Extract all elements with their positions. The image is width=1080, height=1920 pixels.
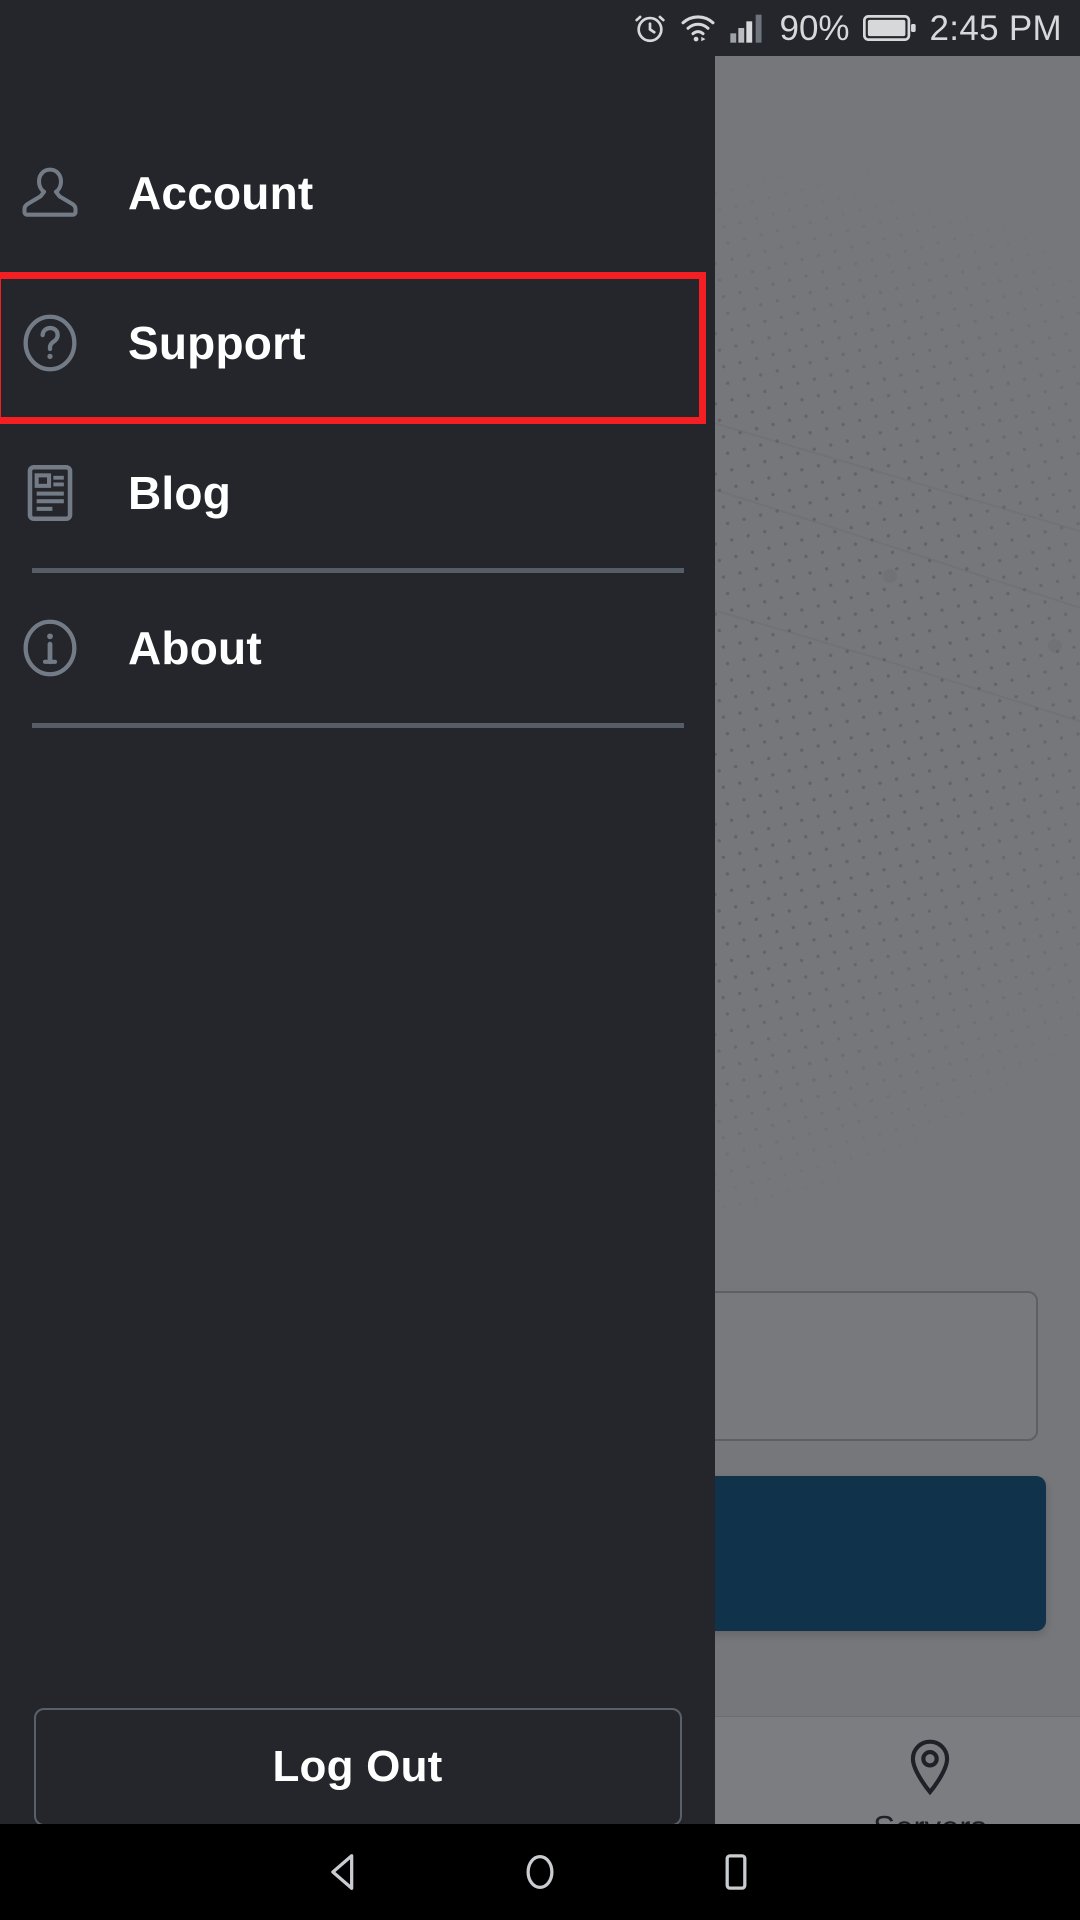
- drawer-item-about[interactable]: About: [0, 573, 715, 723]
- drawer-item-blog[interactable]: Blog: [0, 418, 715, 568]
- battery-percent-label: 90%: [779, 8, 850, 48]
- drawer-item-support[interactable]: Support: [0, 268, 715, 418]
- newspaper-icon: [0, 462, 100, 524]
- drawer-label-blog: Blog: [128, 467, 231, 519]
- battery-icon: [862, 13, 917, 43]
- alarm-clock-icon: [633, 11, 667, 45]
- drawer-label-support: Support: [128, 317, 306, 369]
- question-mark-circle-icon: [0, 312, 100, 374]
- recents-square-icon[interactable]: [713, 1849, 759, 1895]
- status-bar-clock: 2:45 PM: [929, 8, 1062, 48]
- drawer-item-account[interactable]: Account: [0, 118, 715, 268]
- person-icon: [0, 162, 100, 224]
- logout-container: Log Out: [0, 1708, 715, 1826]
- status-bar: 90% 2:45 PM: [0, 0, 1080, 56]
- logout-button[interactable]: Log Out: [33, 1708, 682, 1826]
- navigation-drawer: Account Support Blog About Log Out: [0, 56, 715, 1864]
- cellular-signal-icon: [729, 11, 769, 45]
- back-triangle-icon[interactable]: [321, 1849, 367, 1895]
- android-navigation-bar: [0, 1824, 1080, 1920]
- drawer-label-account: Account: [128, 167, 314, 219]
- phone-screen: tates ed Servers: [0, 0, 1080, 1920]
- drawer-divider-2: [32, 723, 684, 728]
- info-circle-icon: [0, 617, 100, 679]
- wifi-icon: [680, 11, 716, 45]
- drawer-label-about: About: [128, 622, 262, 674]
- home-circle-icon[interactable]: [517, 1849, 563, 1895]
